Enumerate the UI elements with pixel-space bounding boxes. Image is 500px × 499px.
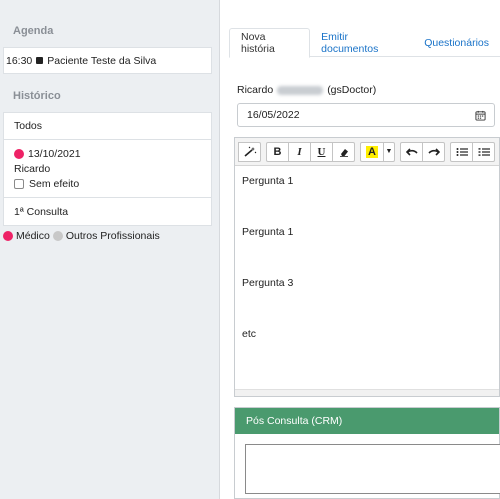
medico-dot-icon bbox=[3, 231, 13, 241]
italic-button[interactable]: I bbox=[288, 141, 311, 162]
sem-efeito-checkbox[interactable] bbox=[14, 178, 24, 189]
highlight-color-button[interactable]: A bbox=[360, 141, 384, 162]
legend-medico: Médico bbox=[16, 230, 50, 242]
historico-title: Histórico bbox=[13, 90, 61, 102]
editor-line: Pergunta 1 bbox=[242, 226, 294, 238]
agenda-time: 16:30 bbox=[6, 54, 33, 67]
calendar-icon[interactable] bbox=[475, 110, 486, 121]
date-value: 16/05/2022 bbox=[247, 109, 300, 121]
tab-emitir-documentos[interactable]: Emitir documentos bbox=[310, 28, 413, 57]
history-entry[interactable]: 13/10/2021 Ricardo Sem efeito bbox=[4, 140, 211, 198]
tab-questionarios[interactable]: Questionários bbox=[413, 28, 500, 57]
editor-toolbar: B I U A ▼ bbox=[235, 138, 499, 166]
history-filter-all[interactable]: Todos bbox=[4, 113, 211, 140]
agenda-patient: Paciente Teste da Silva bbox=[47, 54, 157, 67]
ordered-list-icon[interactable] bbox=[472, 141, 495, 162]
history-list: Todos 13/10/2021 Ricardo Sem efeito 1ª C… bbox=[3, 112, 212, 226]
editor-line: Pergunta 3 bbox=[242, 277, 294, 289]
sidebar: Agenda 16:30 Paciente Teste da Silva His… bbox=[0, 0, 220, 499]
tab-nova-historia[interactable]: Nova história bbox=[229, 28, 311, 58]
entry-author: Ricardo bbox=[14, 162, 51, 175]
highlight-a-icon: A bbox=[366, 145, 378, 158]
author-first-name: Ricardo bbox=[237, 84, 274, 96]
rich-text-editor: B I U A ▼ Pergunta 1 Pergunta 1 Pergunta… bbox=[234, 137, 500, 397]
agenda-item[interactable]: 16:30 Paciente Teste da Silva bbox=[3, 47, 212, 74]
pos-consulta-panel: Pós Consulta (CRM) bbox=[234, 407, 500, 499]
legend: Médico Outros Profissionais bbox=[3, 230, 160, 242]
editor-line: etc bbox=[242, 328, 257, 340]
eraser-icon[interactable] bbox=[332, 141, 355, 162]
magic-wand-icon[interactable] bbox=[238, 141, 261, 162]
redacted-surname bbox=[277, 85, 324, 95]
legend-outros: Outros Profissionais bbox=[65, 230, 160, 242]
entry-date: 13/10/2021 bbox=[28, 147, 81, 160]
medico-dot-icon bbox=[14, 148, 24, 159]
underline-button[interactable]: U bbox=[310, 141, 333, 162]
outros-dot-icon bbox=[52, 231, 63, 241]
editor-line: Pergunta 1 bbox=[242, 175, 294, 187]
tab-bar: Nova história Emitir documentos Question… bbox=[229, 28, 500, 58]
redo-icon[interactable] bbox=[422, 141, 445, 162]
author-suffix: (gsDoctor) bbox=[327, 84, 377, 96]
date-field[interactable]: 16/05/2022 bbox=[237, 103, 495, 127]
pos-consulta-textarea[interactable] bbox=[245, 444, 500, 494]
editor-content[interactable]: Pergunta 1 Pergunta 1 Pergunta 3 etc bbox=[235, 166, 499, 388]
sem-efeito-label: Sem efeito bbox=[29, 177, 80, 190]
undo-icon[interactable] bbox=[400, 141, 423, 162]
author-line: Ricardo (gsDoctor) bbox=[237, 84, 376, 96]
unordered-list-icon[interactable] bbox=[450, 141, 473, 162]
status-square-icon bbox=[36, 57, 44, 64]
pos-consulta-title: Pós Consulta (CRM) bbox=[235, 408, 499, 434]
agenda-title: Agenda bbox=[13, 25, 54, 37]
editor-resize-bar[interactable] bbox=[235, 389, 499, 396]
history-consulta[interactable]: 1ª Consulta bbox=[4, 198, 211, 225]
bold-button[interactable]: B bbox=[266, 141, 289, 162]
chevron-down-icon[interactable]: ▼ bbox=[383, 141, 395, 162]
